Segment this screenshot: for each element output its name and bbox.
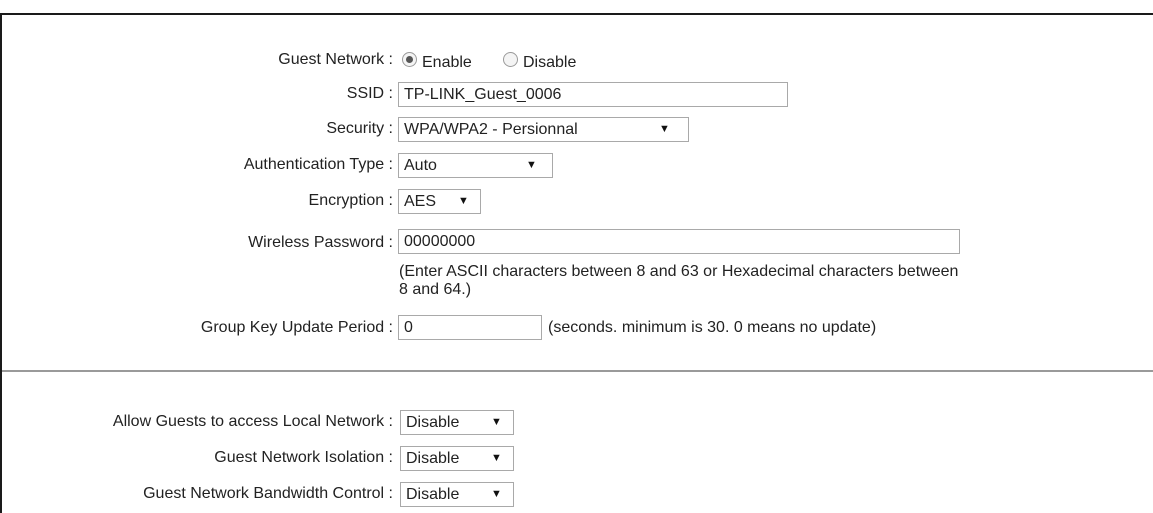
wireless-password-input[interactable]: 00000000 xyxy=(398,229,960,254)
guest-network-enable-label[interactable]: Enable xyxy=(422,53,472,73)
security-label: Security : xyxy=(326,120,393,137)
wireless-password-label: Wireless Password : xyxy=(248,234,393,251)
chevron-down-icon: ▼ xyxy=(659,123,670,135)
allow-local-label: Allow Guests to access Local Network : xyxy=(112,413,393,430)
bandwidth-select-value: Disable xyxy=(406,486,460,503)
isolation-select-value: Disable xyxy=(406,450,460,467)
guest-network-disable-radio[interactable] xyxy=(503,52,518,67)
security-select[interactable]: WPA/WPA2 - Persionnal ▼ xyxy=(398,117,689,142)
auth-type-label: Authentication Type : xyxy=(243,156,393,173)
guest-network-disable-label[interactable]: Disable xyxy=(523,53,576,73)
chevron-down-icon: ▼ xyxy=(491,488,502,500)
group-key-hint: (seconds. minimum is 30. 0 means no upda… xyxy=(548,319,877,336)
allow-local-select-value: Disable xyxy=(406,414,460,431)
chevron-down-icon: ▼ xyxy=(491,452,502,464)
bandwidth-select[interactable]: Disable ▼ xyxy=(400,482,514,507)
section-divider xyxy=(2,370,1153,372)
wireless-password-hint-line2: 8 and 64.) xyxy=(399,281,472,298)
wireless-password-hint-line1: (Enter ASCII characters between 8 and 63… xyxy=(399,263,959,280)
group-key-label: Group Key Update Period : xyxy=(200,319,393,336)
chevron-down-icon: ▼ xyxy=(458,195,469,207)
bandwidth-label: Guest Network Bandwidth Control : xyxy=(143,485,393,502)
group-key-input[interactable]: 0 xyxy=(398,315,542,340)
frame-left-border xyxy=(0,13,2,513)
chevron-down-icon: ▼ xyxy=(491,416,502,428)
encryption-select-value: AES xyxy=(404,193,437,210)
auth-type-select[interactable]: Auto ▼ xyxy=(398,153,553,178)
guest-network-enable-radio[interactable] xyxy=(402,52,417,67)
ssid-input[interactable]: TP-LINK_Guest_0006 xyxy=(398,82,788,107)
isolation-label: Guest Network Isolation : xyxy=(214,449,393,466)
chevron-down-icon: ▼ xyxy=(526,159,537,171)
encryption-label: Encryption : xyxy=(308,192,393,209)
security-select-value: WPA/WPA2 - Persionnal xyxy=(404,121,578,138)
isolation-select[interactable]: Disable ▼ xyxy=(400,446,514,471)
frame-top-border xyxy=(0,13,1153,15)
auth-type-select-value: Auto xyxy=(404,157,437,174)
encryption-select[interactable]: AES ▼ xyxy=(398,189,481,214)
allow-local-select[interactable]: Disable ▼ xyxy=(400,410,514,435)
ssid-label: SSID : xyxy=(346,85,393,102)
guest-network-label: Guest Network : xyxy=(278,51,393,68)
